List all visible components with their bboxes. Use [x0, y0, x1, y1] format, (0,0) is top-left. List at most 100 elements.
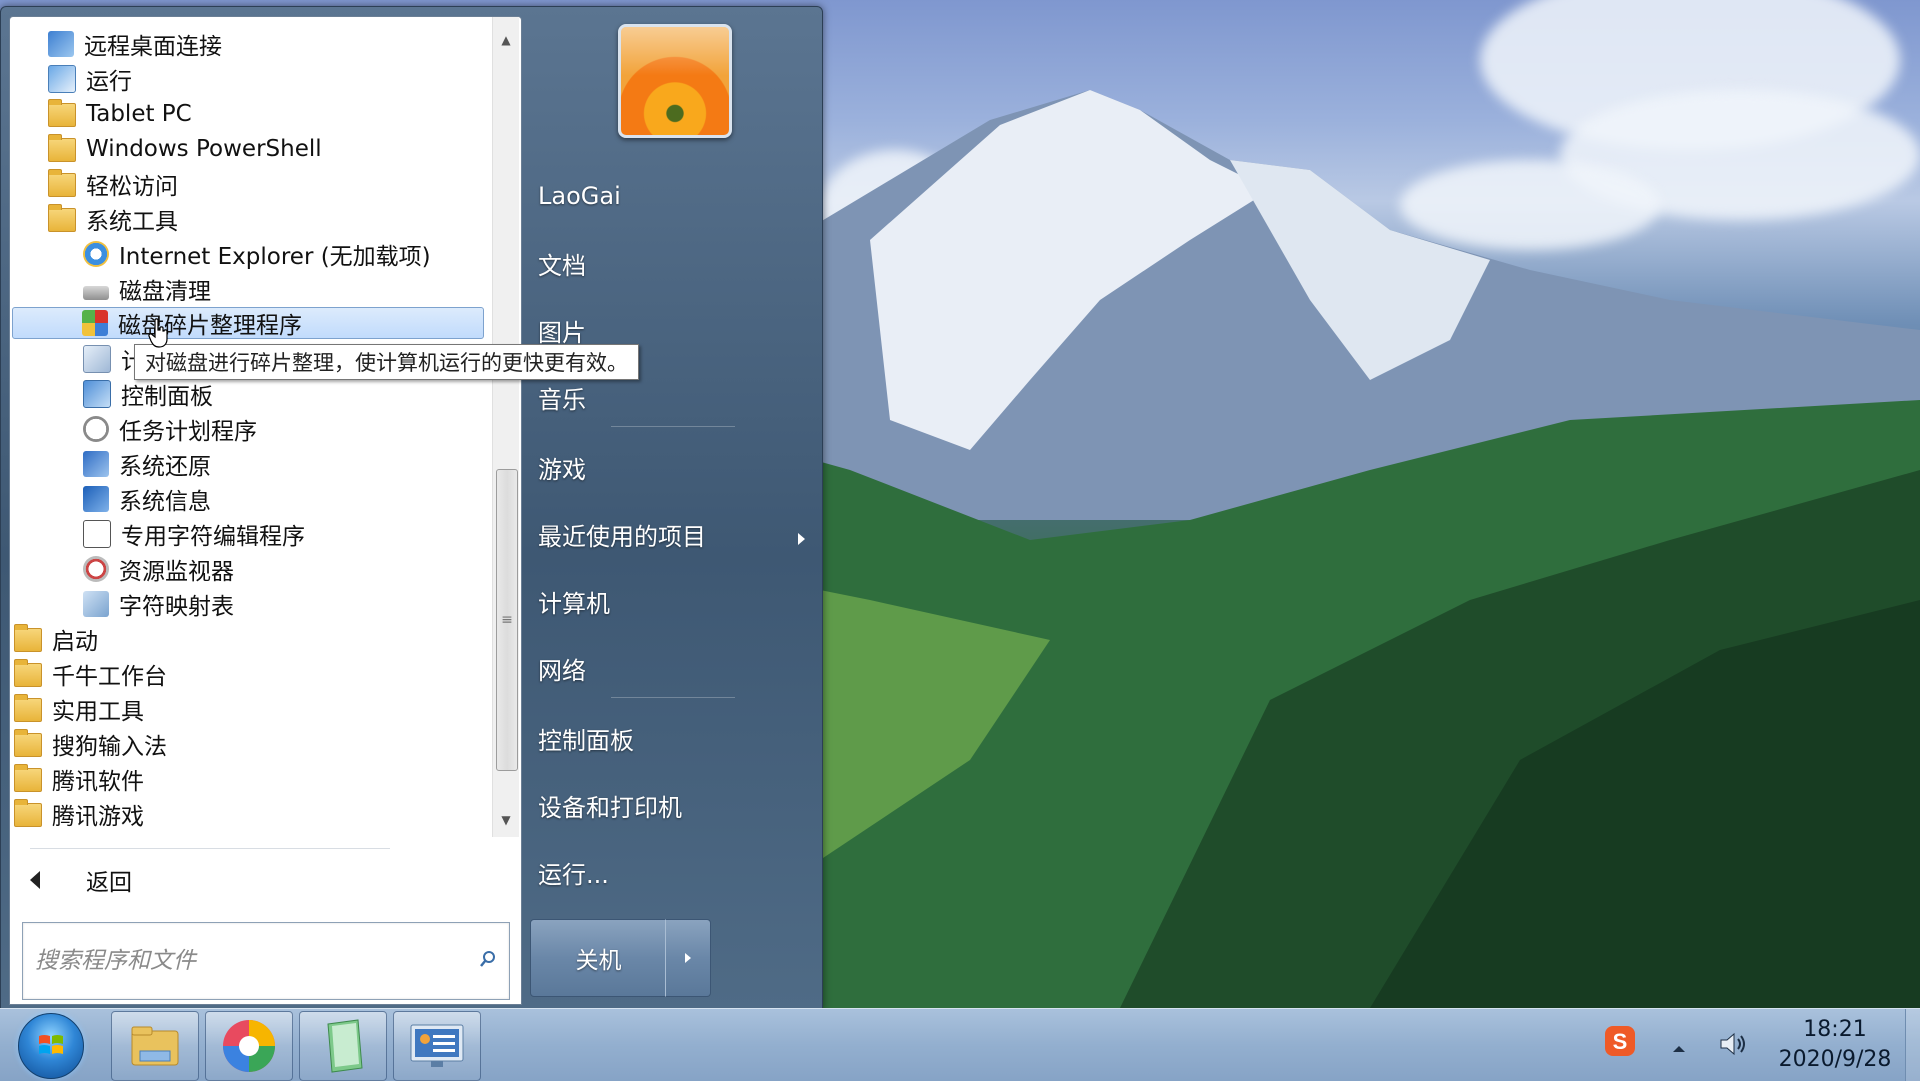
program-item-system-info[interactable]: 系统信息 [83, 483, 211, 515]
shutdown-button[interactable]: 关机 [530, 919, 667, 997]
taskbar-remote-desktop[interactable] [393, 1011, 481, 1081]
volume-icon[interactable] [1718, 1029, 1748, 1063]
program-item-resource-monitor[interactable]: 资源监视器 [83, 553, 234, 585]
program-folder-sogou-ime[interactable]: 搜狗输入法 [14, 728, 167, 760]
program-item-system-restore[interactable]: 系统还原 [83, 448, 211, 480]
clock-date: 2020/9/28 [1765, 1045, 1905, 1075]
program-item-run[interactable]: 运行 [48, 63, 132, 95]
folder-icon [14, 628, 42, 652]
right-item-control-panel[interactable]: 控制面板 [538, 716, 634, 760]
right-item-music[interactable]: 音乐 [538, 375, 586, 419]
program-item-control-panel[interactable]: 控制面板 [83, 378, 213, 410]
program-label: 轻松访问 [86, 167, 178, 201]
system-info-icon [83, 486, 109, 512]
program-item-internet-explorer[interactable]: Internet Explorer (无加载项) [83, 238, 431, 270]
program-label: 控制面板 [121, 377, 213, 411]
file-explorer-icon [128, 1023, 182, 1069]
shutdown-options-button[interactable] [665, 919, 711, 997]
program-item-remote-desktop[interactable]: 远程桌面连接 [48, 28, 222, 60]
disk-cleanup-icon [83, 286, 109, 300]
svg-text:S: S [1613, 1029, 1628, 1054]
folder-icon [48, 103, 76, 127]
search-box[interactable] [22, 922, 510, 1000]
program-folder-utilities[interactable]: 实用工具 [14, 693, 144, 725]
back-label: 返回 [86, 863, 132, 897]
tooltip-text: 对磁盘进行碎片整理，使计算机运行的更快更有效。 [145, 347, 628, 377]
back-arrow-icon [30, 871, 40, 889]
program-folder-powershell[interactable]: Windows PowerShell [48, 133, 322, 165]
computer-icon [83, 345, 111, 373]
divider [611, 426, 735, 427]
taskbar: S 18:21 2020/9/28 [0, 1008, 1920, 1081]
program-folder-ease-of-access[interactable]: 轻松访问 [48, 168, 178, 200]
mountain-illustration [670, 0, 1920, 1008]
chevron-right-icon [685, 953, 691, 963]
notepad-icon [318, 1018, 368, 1074]
system-restore-icon [83, 451, 109, 477]
program-label: 运行 [86, 62, 132, 96]
right-item-run[interactable]: 运行... [538, 850, 609, 894]
right-item-devices-printers[interactable]: 设备和打印机 [538, 783, 682, 827]
folder-icon [14, 768, 42, 792]
program-list-scrollbar[interactable]: ▲ ≡ ▼ [492, 17, 519, 837]
program-label: 启动 [52, 622, 98, 656]
program-list: 远程桌面连接 运行 Tablet PC Windows PowerShell 轻… [10, 17, 488, 837]
search-icon[interactable] [479, 950, 497, 968]
program-folder-tencent-games[interactable]: 腾讯游戏 [14, 798, 144, 830]
start-menu: 远程桌面连接 运行 Tablet PC Windows PowerShell 轻… [0, 6, 823, 1010]
clock-time: 18:21 [1765, 1015, 1905, 1045]
program-label: 字符映射表 [119, 587, 234, 621]
program-label: 系统工具 [86, 202, 178, 236]
program-folder-qianniu[interactable]: 千牛工作台 [14, 658, 167, 690]
folder-icon [14, 733, 42, 757]
task-scheduler-icon [83, 416, 109, 442]
folder-icon [48, 173, 76, 197]
taskbar-notepad[interactable] [299, 1011, 387, 1081]
tooltip: 对磁盘进行碎片整理，使计算机运行的更快更有效。 [134, 344, 639, 380]
program-label: 资源监视器 [119, 552, 234, 586]
taskbar-clock[interactable]: 18:21 2020/9/28 [1765, 1015, 1905, 1075]
scrollbar-thumb[interactable]: ≡ [496, 469, 518, 771]
search-input[interactable] [33, 941, 457, 981]
back-button[interactable]: 返回 [20, 860, 132, 900]
folder-icon [14, 803, 42, 827]
internet-explorer-icon [83, 241, 109, 267]
taskbar-browser[interactable] [205, 1011, 293, 1081]
program-item-disk-cleanup[interactable]: 磁盘清理 [83, 273, 211, 305]
scroll-up-arrow-icon[interactable]: ▲ [493, 27, 519, 53]
mouse-cursor-hand-icon [148, 318, 170, 348]
program-item-disk-defragmenter[interactable]: 磁盘碎片整理程序 [12, 307, 484, 339]
program-item-task-scheduler[interactable]: 任务计划程序 [83, 413, 257, 445]
private-character-editor-icon [83, 520, 111, 548]
taskbar-file-explorer[interactable] [111, 1011, 199, 1081]
programs-pane: 远程桌面连接 运行 Tablet PC Windows PowerShell 轻… [9, 16, 522, 1005]
control-panel-icon [83, 380, 111, 408]
program-label: 腾讯软件 [52, 762, 144, 796]
folder-icon [48, 208, 76, 232]
program-item-character-map[interactable]: 字符映射表 [83, 588, 234, 620]
program-folder-tencent-software[interactable]: 腾讯软件 [14, 763, 144, 795]
user-name-link[interactable]: LaoGai [538, 174, 621, 218]
program-label: 系统还原 [119, 447, 211, 481]
scroll-down-arrow-icon[interactable]: ▼ [493, 807, 519, 833]
right-item-games[interactable]: 游戏 [538, 445, 586, 489]
right-item-recent-items[interactable]: 最近使用的项目 [538, 512, 706, 556]
user-avatar[interactable] [618, 24, 732, 138]
program-folder-tablet-pc[interactable]: Tablet PC [48, 98, 192, 130]
show-hidden-icons-icon[interactable] [1672, 1039, 1686, 1058]
folder-icon [14, 698, 42, 722]
program-folder-startup[interactable]: 启动 [14, 623, 98, 655]
sogou-ime-icon[interactable]: S [1604, 1025, 1636, 1061]
right-item-computer[interactable]: 计算机 [538, 579, 610, 623]
divider [30, 848, 390, 849]
folder-icon [14, 663, 42, 687]
program-item-private-character-editor[interactable]: 专用字符编辑程序 [83, 518, 305, 550]
show-desktop-button[interactable] [1905, 1009, 1920, 1081]
right-item-network[interactable]: 网络 [538, 646, 586, 690]
start-button[interactable] [18, 1013, 84, 1079]
browser-icon [219, 1016, 279, 1076]
right-item-documents[interactable]: 文档 [538, 241, 586, 285]
program-label: 远程桌面连接 [84, 27, 222, 61]
program-folder-system-tools[interactable]: 系统工具 [48, 203, 178, 235]
submenu-arrow-icon [798, 533, 805, 545]
